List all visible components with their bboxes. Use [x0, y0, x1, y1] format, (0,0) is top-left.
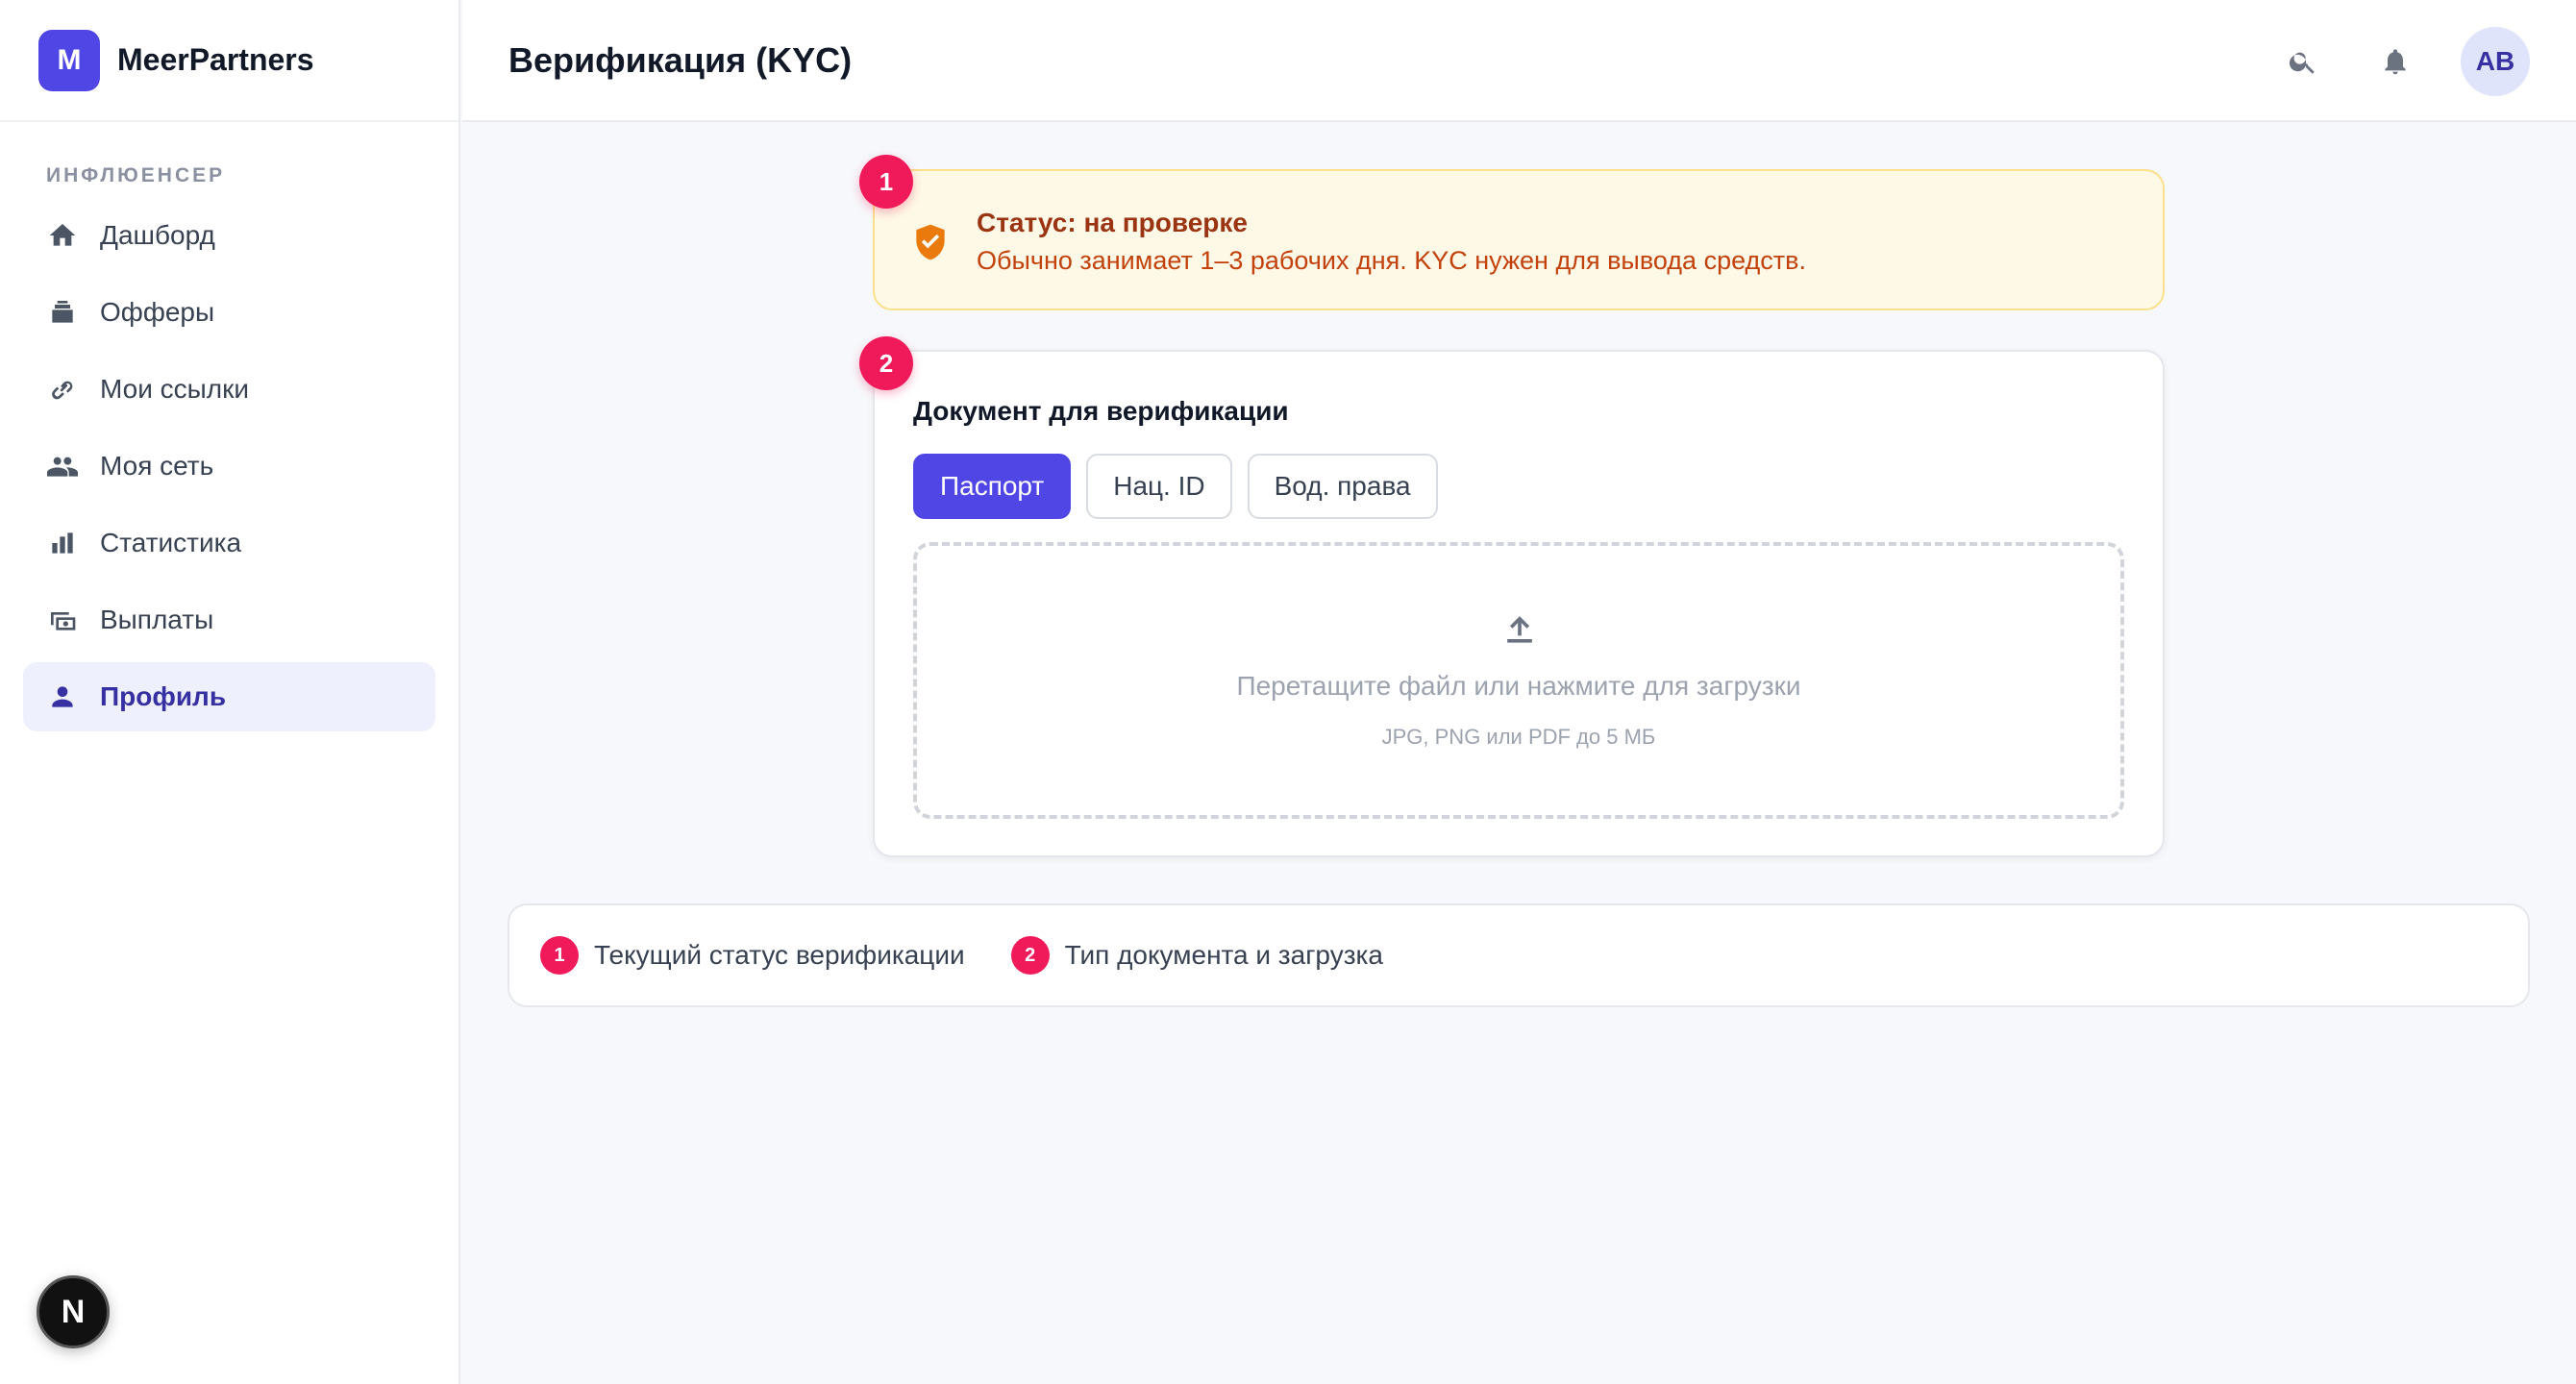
people-icon	[46, 450, 79, 482]
legend-item: 2 Тип документа и загрузка	[1010, 936, 1383, 975]
sidebar-item-network[interactable]: Моя сеть	[23, 432, 435, 501]
header-actions: AB	[2238, 0, 2530, 122]
sidebar-item-profile[interactable]: Профиль	[23, 662, 435, 731]
tab-drivers-license[interactable]: Вод. права	[1247, 454, 1438, 519]
sidebar-item-statistics[interactable]: Статистика	[23, 508, 435, 578]
legend-text: Текущий статус верификации	[594, 940, 965, 970]
sidebar-item-offers[interactable]: Офферы	[23, 278, 435, 347]
bar-chart-icon	[46, 527, 79, 559]
brand[interactable]: M MeerPartners	[0, 0, 458, 122]
sidebar-item-label: Профиль	[100, 681, 227, 711]
page-title: Верификация (KYC)	[508, 39, 853, 80]
sidebar-item-label: Офферы	[100, 297, 215, 327]
sidebar-item-links[interactable]: Мои ссылки	[23, 355, 435, 424]
payments-icon	[46, 604, 79, 636]
document-card-title: Документ для верификации	[913, 396, 1289, 426]
sidebar-section-label: ИНФЛЮЕНСЕР	[46, 164, 226, 186]
sidebar-nav: Дашборд Офферы Мои ссылки Моя сеть Стати…	[0, 201, 458, 731]
avatar[interactable]: AB	[2461, 26, 2530, 96]
document-upload-card: Документ для верификации Паспорт Нац. ID…	[873, 350, 2165, 857]
tab-national-id[interactable]: Нац. ID	[1086, 454, 1232, 519]
brand-logo: M	[38, 29, 100, 91]
status-title: Статус: на проверке	[977, 208, 1248, 237]
nextjs-dev-badge[interactable]: N	[37, 1275, 110, 1348]
sidebar-item-label: Мои ссылки	[100, 374, 249, 404]
brand-name: MeerPartners	[117, 42, 314, 77]
sidebar-item-dashboard[interactable]: Дашборд	[23, 201, 435, 270]
kyc-status-card: Статус: на проверке Обычно занимает 1–3 …	[873, 169, 2165, 310]
document-type-tabs: Паспорт Нац. ID Вод. права	[913, 454, 1453, 519]
annotation-marker-2: 2	[859, 336, 913, 390]
home-icon	[46, 219, 79, 252]
bell-icon[interactable]	[2368, 35, 2422, 88]
legend-marker: 1	[540, 936, 579, 975]
sidebar-item-label: Выплаты	[100, 605, 214, 634]
sidebar: M MeerPartners ИНФЛЮЕНСЕР Дашборд Офферы…	[0, 0, 460, 1384]
legend-item: 1 Текущий статус верификации	[540, 936, 965, 975]
file-dropzone[interactable]: Перетащите файл или нажмите для загрузки…	[913, 542, 2124, 819]
legend-marker: 2	[1010, 936, 1050, 975]
search-icon[interactable]	[2276, 35, 2330, 88]
legend-text: Тип документа и загрузка	[1064, 940, 1383, 970]
sidebar-item-label: Статистика	[100, 528, 242, 557]
sidebar-item-payouts[interactable]: Выплаты	[23, 585, 435, 655]
top-header: Верификация (KYC) AB	[462, 0, 2576, 122]
offers-icon	[46, 296, 79, 329]
status-description: Обычно занимает 1–3 рабочих дня. KYC нуж…	[977, 246, 1806, 275]
tab-passport[interactable]: Паспорт	[913, 454, 1072, 519]
sidebar-item-label: Моя сеть	[100, 451, 214, 481]
sidebar-item-label: Дашборд	[100, 220, 215, 250]
annotation-marker-1: 1	[859, 155, 913, 209]
upload-icon	[1499, 607, 1541, 650]
shield-check-icon	[916, 224, 945, 260]
person-icon	[46, 680, 79, 713]
dropzone-instruction: Перетащите файл или нажмите для загрузки	[1236, 671, 1801, 701]
dropzone-file-hint: JPG, PNG или PDF до 5 МБ	[1381, 725, 1656, 749]
link-icon	[46, 373, 79, 406]
annotation-legend: 1 Текущий статус верификации 2 Тип докум…	[508, 903, 2530, 1007]
